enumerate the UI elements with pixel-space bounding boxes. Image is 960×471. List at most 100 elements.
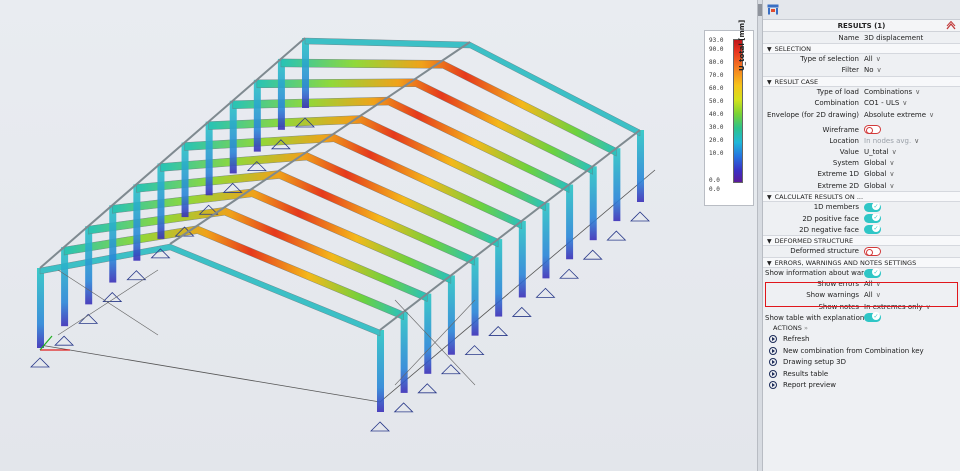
structure-model[interactable]	[0, 0, 757, 471]
extreme-2d-value: Global	[864, 181, 887, 190]
support-icon	[54, 335, 75, 346]
legend-tick: 40.0	[709, 111, 724, 118]
play-circle-icon	[769, 369, 777, 378]
filter-label: Filter	[841, 66, 859, 75]
report-preview-button[interactable]: Report preview	[763, 379, 960, 391]
combination-value: CO1 - ULS	[864, 99, 900, 108]
show-info-toggle[interactable]	[864, 267, 881, 278]
actions-header[interactable]: ACTIONS »	[763, 323, 960, 333]
filter-row: Filter No ∨	[763, 65, 960, 76]
expand-icon[interactable]: ▼	[767, 46, 772, 53]
column	[518, 220, 526, 298]
combination-dropdown[interactable]: CO1 - ULS ∨	[864, 99, 960, 107]
support-icon	[370, 421, 390, 432]
system-dropdown[interactable]: Global ∨	[864, 159, 960, 167]
results-table-label: Results table	[783, 369, 829, 378]
legend-tick: 50.0	[709, 98, 724, 105]
1d-members-toggle[interactable]	[864, 202, 881, 212]
column	[377, 330, 384, 412]
section-result-case[interactable]: ▼ RESULT CASE	[763, 76, 960, 87]
support-icon	[559, 268, 580, 279]
column	[302, 38, 309, 108]
legend-tick: 0.0	[709, 186, 720, 193]
refresh-button[interactable]: Refresh	[763, 333, 960, 345]
legend-tick: 80.0	[709, 59, 724, 66]
section-result-case-label: RESULT CASE	[774, 78, 819, 87]
filter-dropdown[interactable]: No ∨	[864, 66, 960, 74]
section-calculate-label: CALCULATE RESULTS ON ...	[774, 193, 864, 202]
column	[471, 257, 479, 336]
location-value: In nodes avg.	[864, 136, 912, 145]
section-selection[interactable]: ▼ SELECTION	[763, 43, 960, 54]
panel-title-text: RESULTS (1)	[837, 22, 886, 30]
value-row: Value U_total ∨	[763, 147, 960, 158]
column	[181, 142, 189, 218]
support-icon	[393, 402, 414, 413]
type-of-selection-label: Type of selection	[800, 55, 859, 64]
extreme-1d-value: Global	[864, 170, 887, 179]
legend-tick: 60.0	[709, 85, 724, 92]
panel-toolbar	[763, 0, 960, 20]
expand-icon[interactable]: ▼	[767, 79, 772, 86]
deformed-structure-label: Deformed structure	[790, 247, 859, 256]
play-circle-icon	[769, 381, 777, 390]
drawing-setup-button[interactable]: Drawing setup 3D	[763, 356, 960, 368]
column	[589, 166, 597, 241]
value-dropdown[interactable]: U_total ∨	[864, 148, 960, 156]
column	[205, 121, 213, 196]
wireframe-toggle[interactable]	[864, 125, 881, 135]
column	[424, 293, 432, 374]
column	[229, 100, 237, 174]
column	[37, 268, 44, 348]
extreme-1d-row: Extreme 1D Global ∨	[763, 169, 960, 180]
envelope-dropdown[interactable]: Absolute extreme ∨	[864, 111, 960, 119]
show-table-toggle[interactable]	[864, 312, 881, 323]
expand-icon[interactable]: ▼	[767, 194, 772, 201]
column	[566, 184, 574, 260]
section-deformed[interactable]: ▼ DEFORMED STRUCTURE	[763, 235, 960, 246]
column	[85, 226, 93, 305]
support-icon	[511, 306, 532, 317]
results-table-button[interactable]: Results table	[763, 368, 960, 380]
chevron-down-icon: ∨	[929, 110, 935, 119]
expand-icon[interactable]: ▼	[767, 260, 772, 267]
deformed-structure-toggle[interactable]	[864, 246, 881, 256]
support-icon	[582, 249, 603, 260]
3d-viewport[interactable]: 93.0 90.0 80.0 70.0 60.0 50.0 40.0 30.0 20.0 10.0…	[0, 0, 757, 471]
type-of-selection-dropdown[interactable]: All ∨	[864, 55, 960, 63]
name-field[interactable]: 3D displacement	[864, 34, 960, 42]
splitter-grip-icon[interactable]	[758, 4, 762, 16]
1d-members-label: 1D members	[813, 203, 859, 212]
show-info-row: Show information about war...	[763, 267, 960, 279]
column	[277, 58, 285, 130]
2d-negative-face-toggle[interactable]	[864, 225, 881, 235]
2d-positive-face-toggle[interactable]	[864, 214, 881, 224]
new-combination-button[interactable]: New combination from Combination key	[763, 345, 960, 357]
combination-label: Combination	[814, 99, 859, 108]
chevron-down-icon: ∨	[891, 148, 897, 157]
section-calculate[interactable]: ▼ CALCULATE RESULTS ON ...	[763, 191, 960, 202]
results-icon[interactable]	[767, 4, 779, 15]
section-selection-label: SELECTION	[774, 45, 811, 54]
envelope-row: Envelope (for 2D drawing) Absolute extre…	[763, 109, 960, 120]
2d-negative-face-row: 2D negative face	[763, 224, 960, 235]
legend-tick: 70.0	[709, 72, 724, 79]
type-of-load-label: Type of load	[816, 88, 859, 97]
location-dropdown[interactable]: In nodes avg. ∨	[864, 137, 960, 145]
2d-positive-face-row: 2D positive face	[763, 213, 960, 224]
collapse-icon[interactable]	[946, 21, 956, 31]
chevron-down-icon: ∨	[915, 88, 921, 97]
legend-tick: 93.0	[709, 37, 724, 44]
section-errors[interactable]: ▼ ERRORS, WARNINGS AND NOTES SETTINGS	[763, 257, 960, 268]
column	[133, 184, 141, 261]
section-errors-label: ERRORS, WARNINGS AND NOTES SETTINGS	[774, 259, 917, 267]
legend-tick: 10.0	[709, 150, 724, 157]
2d-positive-face-label: 2D positive face	[802, 214, 859, 223]
type-of-load-value: Combinations	[864, 88, 913, 97]
type-of-load-dropdown[interactable]: Combinations ∨	[864, 88, 960, 96]
extreme-1d-dropdown[interactable]: Global ∨	[864, 170, 960, 178]
drawing-setup-label: Drawing setup 3D	[783, 358, 846, 367]
expand-icon[interactable]: ▼	[767, 238, 772, 245]
extreme-2d-dropdown[interactable]: Global ∨	[864, 182, 960, 190]
chevron-down-icon: ∨	[889, 181, 895, 190]
